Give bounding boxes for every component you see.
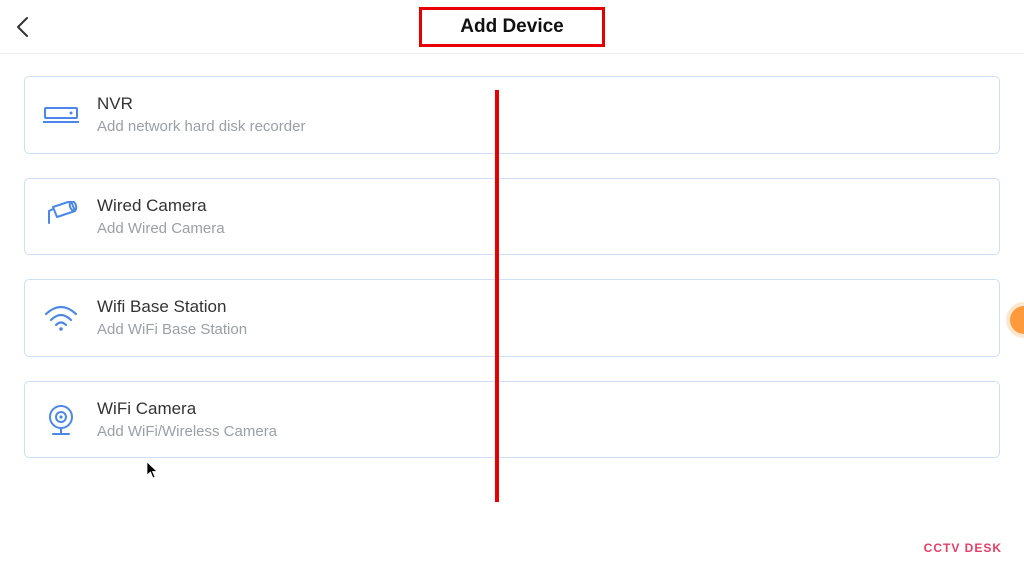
title-annotation-box: Add Device <box>419 7 604 47</box>
device-option-subtitle: Add WiFi/Wireless Camera <box>97 422 277 442</box>
mouse-cursor-icon <box>146 461 160 484</box>
device-option-subtitle: Add network hard disk recorder <box>97 117 305 137</box>
device-option-wifi-base-station[interactable]: Wifi Base Station Add WiFi Base Station <box>24 279 1000 357</box>
page-title: Add Device <box>460 16 563 37</box>
header: Add Device <box>0 0 1024 54</box>
nvr-icon <box>43 97 79 133</box>
back-button[interactable] <box>14 16 32 43</box>
device-option-text: Wifi Base Station Add WiFi Base Station <box>97 296 247 340</box>
device-option-text: WiFi Camera Add WiFi/Wireless Camera <box>97 398 277 442</box>
device-option-text: NVR Add network hard disk recorder <box>97 93 305 137</box>
wifi-icon <box>43 300 79 336</box>
wifi-camera-icon <box>43 402 79 438</box>
device-option-subtitle: Add WiFi Base Station <box>97 320 247 340</box>
watermark-text: CCTV DESK <box>924 541 1002 555</box>
device-type-list: NVR Add network hard disk recorder Wired… <box>0 54 1024 458</box>
wired-camera-icon <box>43 198 79 234</box>
back-chevron-icon <box>14 16 32 38</box>
device-option-title: Wifi Base Station <box>97 296 247 318</box>
device-option-title: WiFi Camera <box>97 398 277 420</box>
device-option-wifi-camera[interactable]: WiFi Camera Add WiFi/Wireless Camera <box>24 381 1000 459</box>
device-option-text: Wired Camera Add Wired Camera <box>97 195 225 239</box>
device-option-title: Wired Camera <box>97 195 225 217</box>
device-option-subtitle: Add Wired Camera <box>97 219 225 239</box>
device-option-wired-camera[interactable]: Wired Camera Add Wired Camera <box>24 178 1000 256</box>
device-option-title: NVR <box>97 93 305 115</box>
device-option-nvr[interactable]: NVR Add network hard disk recorder <box>24 76 1000 154</box>
